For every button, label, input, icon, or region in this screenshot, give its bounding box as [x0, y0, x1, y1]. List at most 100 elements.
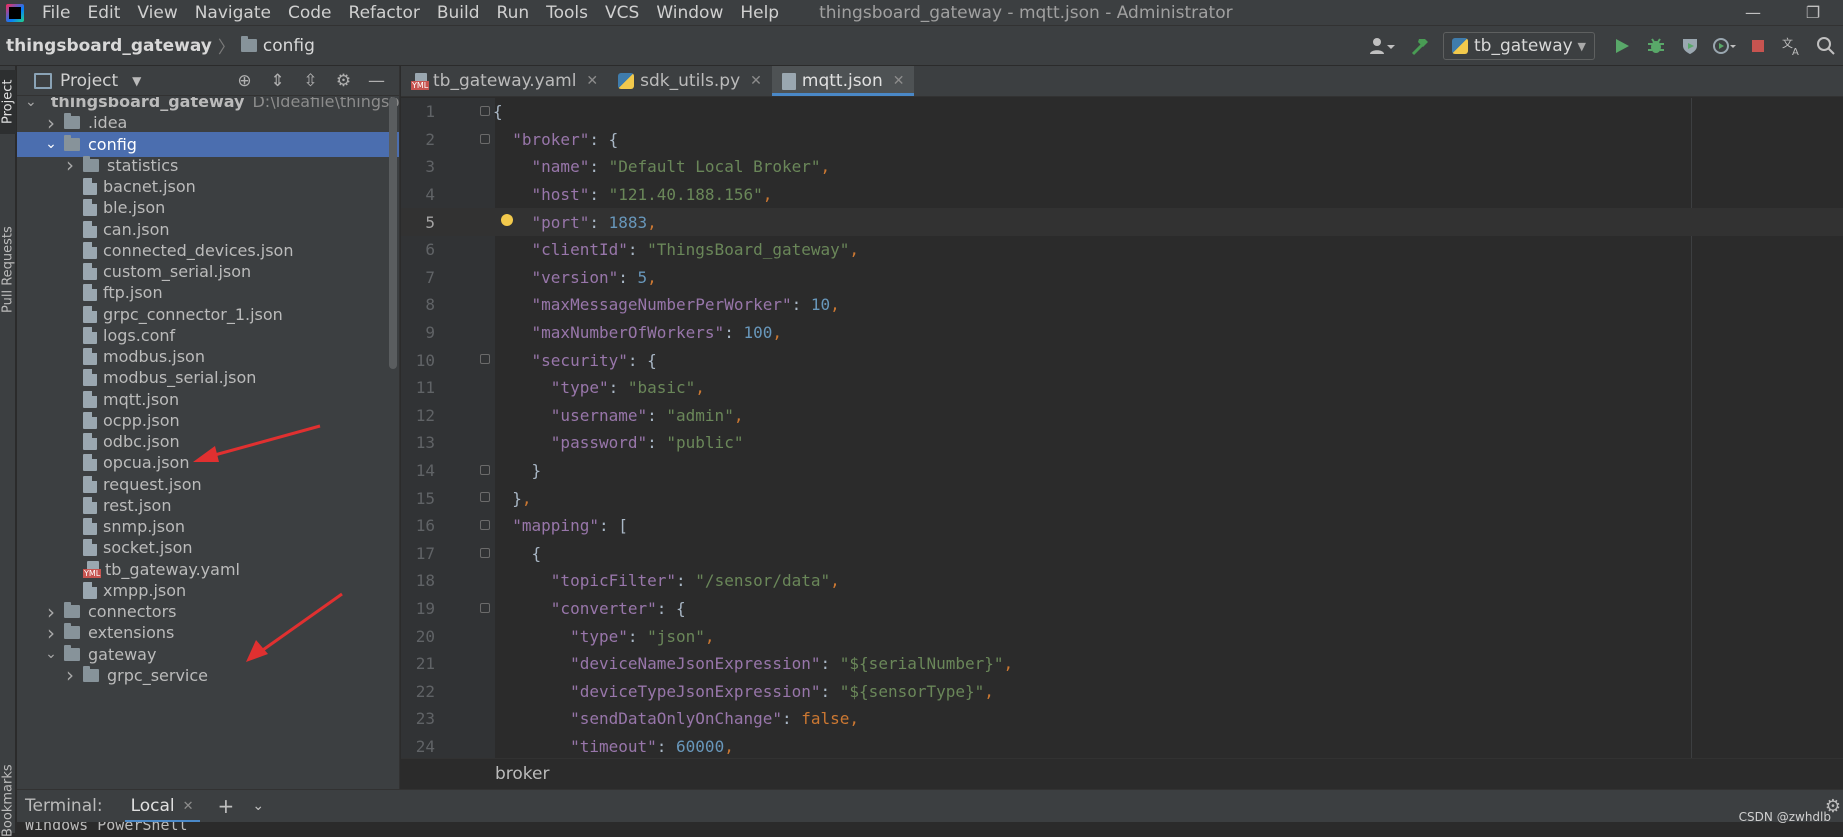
editor-tab[interactable]: sdk_utils.py ✕	[608, 66, 772, 96]
code-text: "deviceTypeJsonExpression": "${sensorTyp…	[493, 682, 994, 701]
fold-marker-icon[interactable]	[480, 520, 490, 530]
editor-breadcrumb-item[interactable]: broker	[495, 764, 550, 784]
code-token: ,	[849, 709, 860, 729]
code-token: 60000	[676, 737, 725, 757]
translate-icon[interactable]: 文A	[1779, 33, 1805, 59]
tree-scrollbar[interactable]	[389, 97, 397, 369]
fold-marker-icon[interactable]	[480, 354, 490, 365]
tree-item-label: can.json	[103, 219, 170, 239]
fold-marker-icon[interactable]	[480, 133, 490, 144]
debug-icon[interactable]	[1643, 33, 1669, 59]
code-token: :	[656, 737, 677, 757]
chevron-down-icon[interactable]: ⌄	[252, 798, 264, 814]
code-token: {	[493, 543, 542, 563]
tree-item[interactable]: › grpc_service	[17, 663, 399, 688]
code-text: "timeout": 60000,	[493, 737, 734, 756]
coverage-icon[interactable]	[1677, 33, 1703, 59]
close-icon[interactable]: ✕	[750, 73, 762, 89]
menu-view[interactable]: View	[137, 3, 177, 23]
code-editor[interactable]: 1{2 "broker": {3 "name": "Default Local …	[401, 98, 1843, 758]
close-icon[interactable]: ✕	[893, 73, 905, 89]
menu-file[interactable]: File	[42, 3, 70, 23]
project-panel-title[interactable]: Project	[60, 71, 118, 91]
profile-icon[interactable]	[1711, 33, 1737, 59]
menu-edit[interactable]: Edit	[87, 3, 120, 23]
menu-run[interactable]: Run	[497, 3, 530, 23]
code-token: :	[791, 295, 811, 315]
minimize-icon[interactable]: —	[1723, 3, 1783, 22]
project-view-icon	[34, 72, 52, 89]
breadcrumb-project[interactable]: thingsboard_gateway	[6, 36, 212, 56]
collapse-all-icon[interactable]: ⇳	[294, 71, 327, 91]
line-number: 19	[415, 599, 435, 619]
chevron-right-icon[interactable]: ›	[63, 663, 77, 687]
project-tree: ⌄ thingsboard_gateway D:\Ideafile\thingsbo…	[17, 97, 399, 789]
close-icon[interactable]: ✕	[586, 73, 598, 89]
stop-icon[interactable]	[1745, 33, 1771, 59]
run-configuration-select[interactable]: tb_gateway ▼	[1443, 32, 1595, 60]
menu-tools[interactable]: Tools	[546, 3, 588, 23]
expand-all-icon[interactable]: ⇕	[261, 71, 294, 91]
app-logo-icon[interactable]	[2, 3, 28, 23]
code-line: 10 "security": {	[401, 346, 1843, 374]
menu-build[interactable]: Build	[437, 3, 480, 23]
fold-marker-icon[interactable]	[480, 106, 490, 116]
project-panel-header: Project ▼ ⊕ ⇕ ⇳ ⚙ —	[17, 66, 399, 96]
line-number: 9	[425, 323, 435, 343]
tree-item-label: ocpp.json	[103, 410, 180, 430]
tree-item-label: mqtt.json	[103, 389, 180, 409]
line-number: 16	[415, 516, 435, 536]
project-tool-window-button[interactable]: Project	[0, 70, 16, 134]
code-token: :	[820, 681, 840, 701]
menu-navigate[interactable]: Navigate	[195, 3, 271, 23]
code-line: 21 "deviceNameJsonExpression": "${serial…	[401, 650, 1843, 678]
menu-code[interactable]: Code	[288, 3, 332, 23]
chevron-down-icon[interactable]: ▼	[132, 74, 141, 88]
gear-icon[interactable]: ⚙	[327, 71, 360, 91]
line-number: 24	[415, 737, 435, 757]
editor-tab[interactable]: tb_gateway.yaml ✕	[401, 66, 608, 96]
code-line: 5 "port": 1883,	[401, 208, 1843, 236]
vcs-user-icon[interactable]	[1365, 33, 1399, 59]
hide-panel-icon[interactable]: —	[360, 71, 393, 91]
terminal-tab-local[interactable]: Local ✕	[124, 790, 200, 823]
search-icon[interactable]	[1813, 33, 1839, 59]
close-icon[interactable]: ✕	[183, 799, 194, 814]
code-text: "port": 1883,	[493, 213, 657, 232]
run-icon[interactable]	[1609, 33, 1635, 59]
menu-window[interactable]: Window	[656, 3, 723, 23]
folder-icon	[64, 602, 80, 618]
file-icon	[83, 284, 97, 302]
bookmarks-tool-window-button[interactable]: Bookmarks	[0, 765, 16, 837]
chevron-down-icon[interactable]: ⌄	[25, 97, 37, 110]
fold-marker-icon[interactable]	[480, 492, 490, 503]
terminal-line: Windows PowerShell	[25, 822, 188, 833]
code-token: "security"	[531, 350, 628, 370]
terminal-output[interactable]: Windows PowerShell	[17, 822, 1843, 833]
chevron-down-icon[interactable]: ⌄	[44, 136, 58, 152]
editor-tab[interactable]: mqtt.json ✕	[771, 66, 915, 96]
code-line: 23 "sendDataOnlyOnChange": false,	[401, 705, 1843, 733]
menu-vcs[interactable]: VCS	[605, 3, 639, 23]
locate-file-icon[interactable]: ⊕	[228, 71, 261, 91]
new-terminal-icon[interactable]: +	[218, 794, 235, 818]
fold-marker-icon[interactable]	[480, 602, 490, 613]
chevron-down-icon[interactable]: ⌄	[44, 646, 58, 662]
run-configuration-label: tb_gateway	[1474, 36, 1573, 56]
fold-marker-icon[interactable]	[480, 547, 490, 558]
line-number: 17	[415, 543, 435, 563]
breadcrumb-folder[interactable]: config	[240, 36, 315, 56]
menu-help[interactable]: Help	[740, 3, 779, 23]
build-hammer-icon[interactable]	[1407, 33, 1433, 59]
code-token: "ThingsBoard_gateway"	[647, 240, 850, 260]
code-token: "basic"	[627, 378, 696, 398]
restore-icon[interactable]: ❐	[1783, 3, 1843, 22]
pull-requests-tool-window-button[interactable]: Pull Requests	[0, 222, 16, 318]
tree-item-label: statistics	[107, 155, 179, 175]
editor-tab-label: tb_gateway.yaml	[433, 71, 577, 91]
menu-refactor[interactable]: Refactor	[349, 3, 420, 23]
code-token: "type"	[550, 378, 609, 398]
fold-marker-icon[interactable]	[480, 464, 490, 475]
tree-item-label: rest.json	[103, 495, 172, 515]
